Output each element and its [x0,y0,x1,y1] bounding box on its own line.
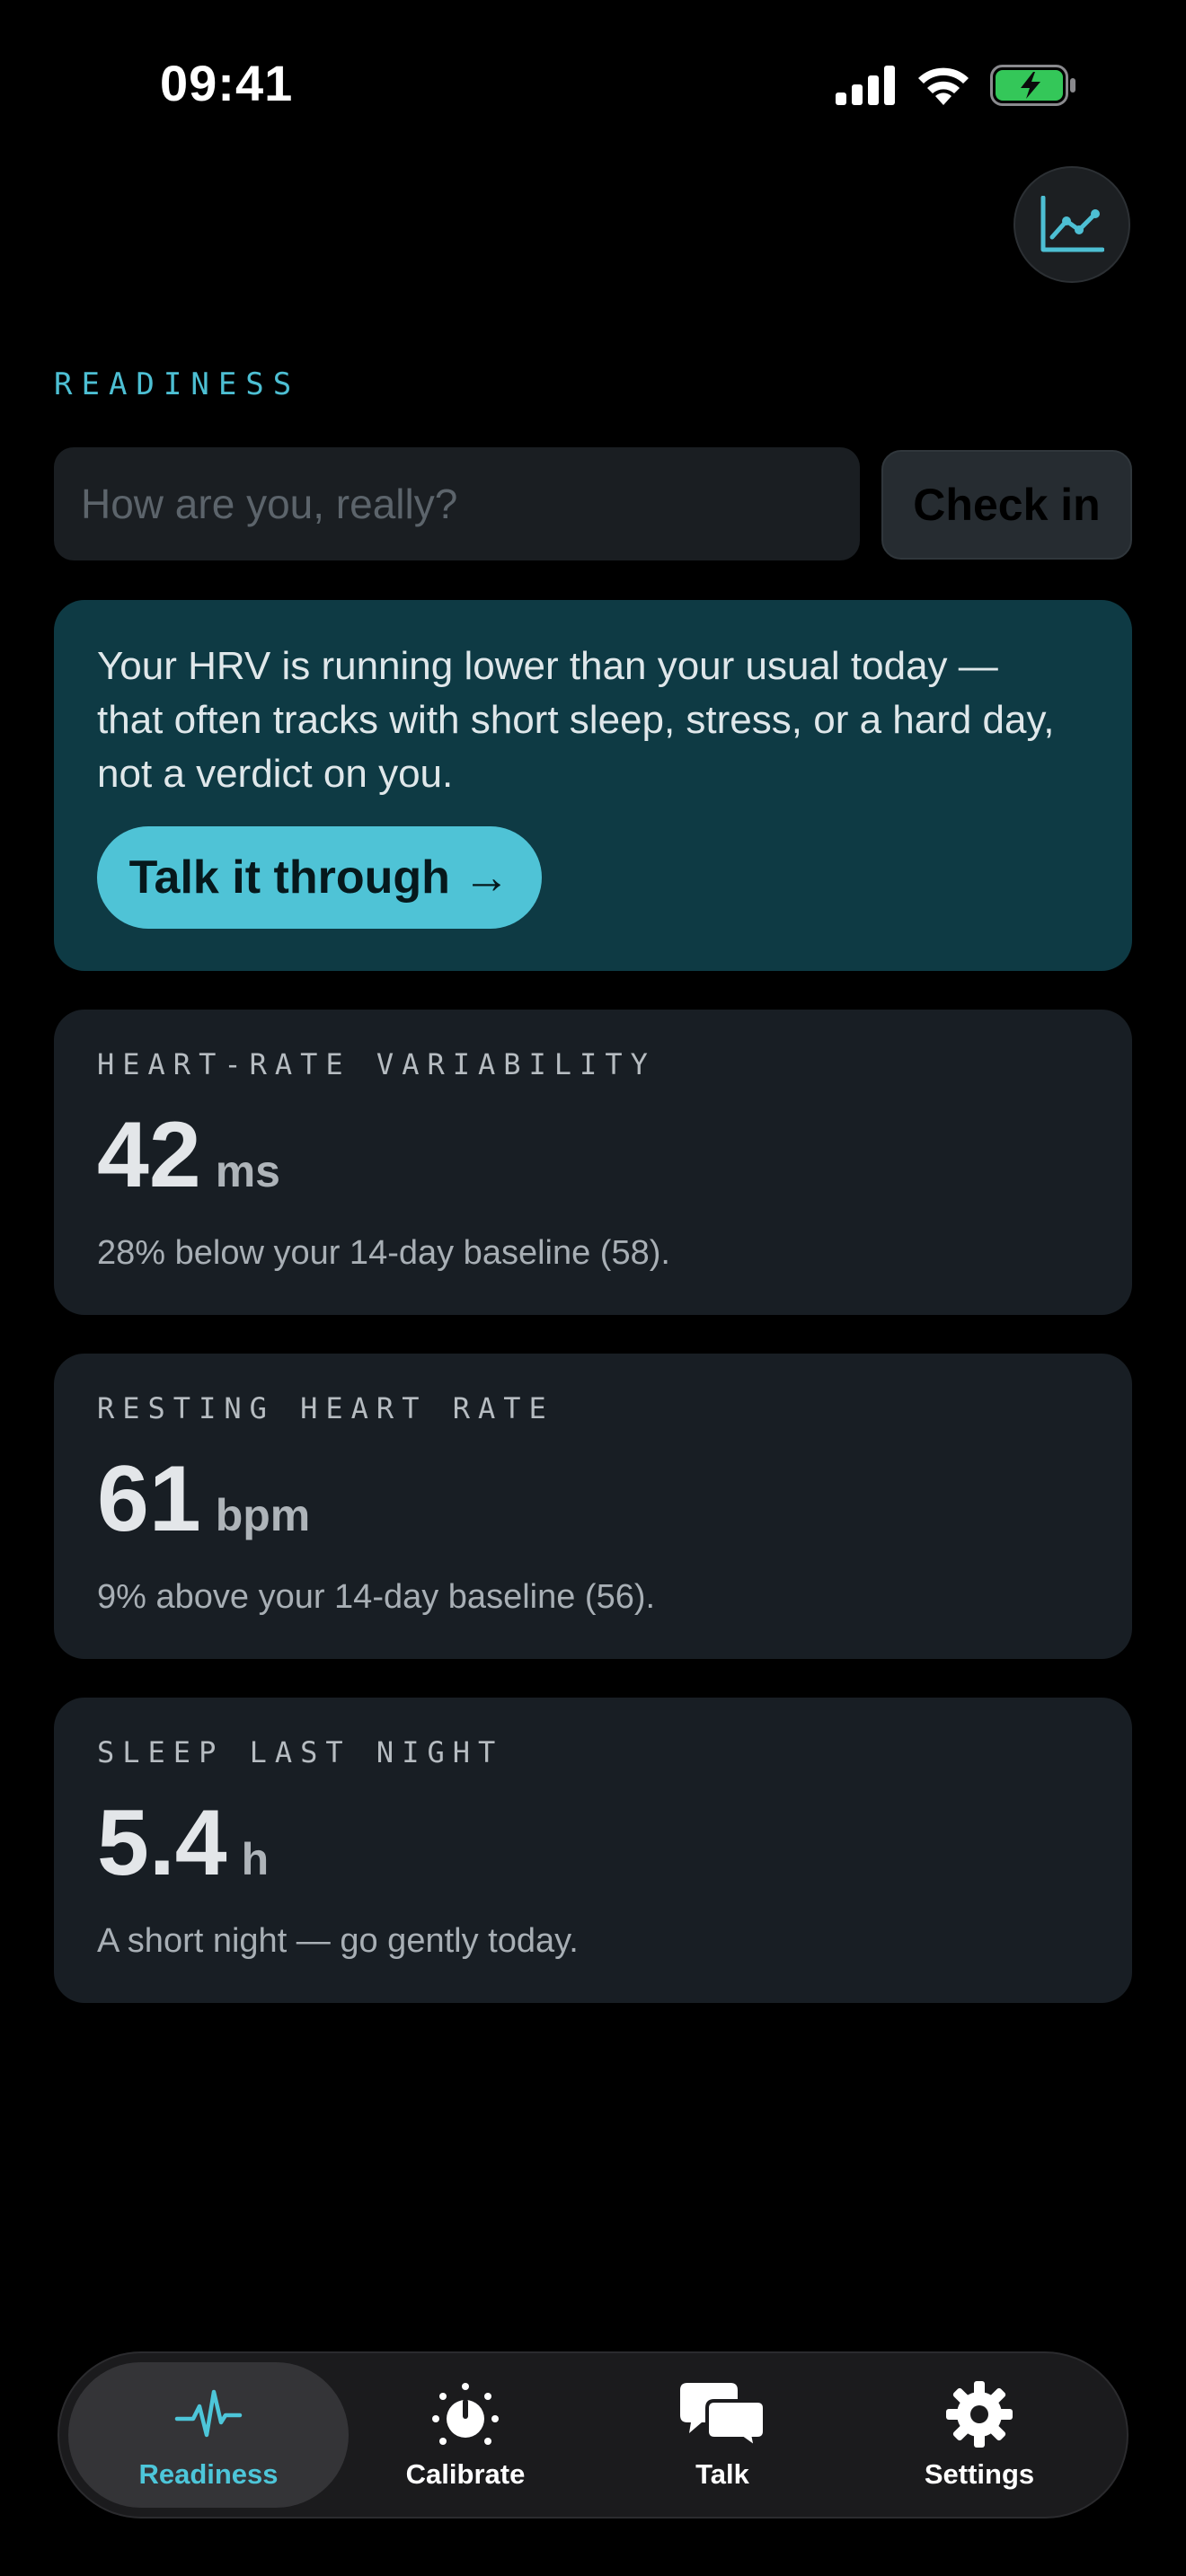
tab-readiness[interactable]: Readiness [68,2362,349,2508]
metric-label: RESTING HEART RATE [97,1391,554,1425]
battery-charging-icon [990,65,1075,106]
tab-label: Calibrate [405,2458,526,2490]
metric-label: HEART-RATE VARIABILITY [97,1047,656,1081]
line-chart-icon [1040,196,1104,252]
cellular-signal-icon [836,66,895,105]
metric-card-sleep: SLEEP LAST NIGHT 5.4 h A short night — g… [54,1698,1132,2003]
wifi-icon [918,67,969,105]
metric-value: 5.4 [97,1791,227,1895]
metric-unit: h [241,1834,270,1884]
gear-icon [946,2381,1013,2448]
status-time: 09:41 [160,55,294,111]
metric-value-row: 42 ms [97,1108,280,1202]
metric-note: 9% above your 14-day baseline (56). [97,1578,656,1616]
check-in-button[interactable]: Check in [881,450,1132,560]
tab-bar: Readiness Calibrate Talk Settings [58,2351,1128,2519]
metric-unit: bpm [215,1490,311,1540]
dial-icon [432,2383,499,2445]
metric-value: 61 [97,1447,201,1551]
metric-card-hrv: HEART-RATE VARIABILITY 42 ms 28% below y… [54,1010,1132,1315]
section-title: READINESS [54,366,301,402]
metric-value-row: 61 bpm [97,1452,310,1546]
tab-label: Readiness [138,2458,279,2490]
talk-button-label: Talk it through → [128,851,510,904]
tab-label: Settings [924,2458,1035,2490]
tab-talk[interactable]: Talk [582,2362,863,2508]
metric-card-resting-heart-rate: RESTING HEART RATE 61 bpm 9% above your … [54,1354,1132,1659]
tab-label: Talk [695,2458,749,2490]
metric-note: 28% below your 14-day baseline (58). [97,1234,670,1272]
tab-settings[interactable]: Settings [839,2362,1120,2508]
tab-calibrate[interactable]: Calibrate [325,2362,606,2508]
insight-text: Your HRV is running lower than your usua… [97,644,1055,796]
chat-bubbles-icon [680,2383,766,2449]
metric-value: 42 [97,1103,201,1207]
insight-card: Your HRV is running lower than your usua… [54,600,1132,971]
metric-label: SLEEP LAST NIGHT [97,1735,504,1769]
checkin-input[interactable] [54,447,860,560]
status-bar: 09:41 [0,0,1186,171]
status-icons [836,65,1076,106]
pulse-icon [174,2389,243,2438]
metric-unit: ms [215,1146,280,1196]
metric-value-row: 5.4 h [97,1796,269,1890]
metric-note: A short night — go gently today. [97,1922,579,1960]
talk-it-through-button[interactable]: Talk it through → [97,826,542,929]
trends-button[interactable] [1013,166,1130,283]
